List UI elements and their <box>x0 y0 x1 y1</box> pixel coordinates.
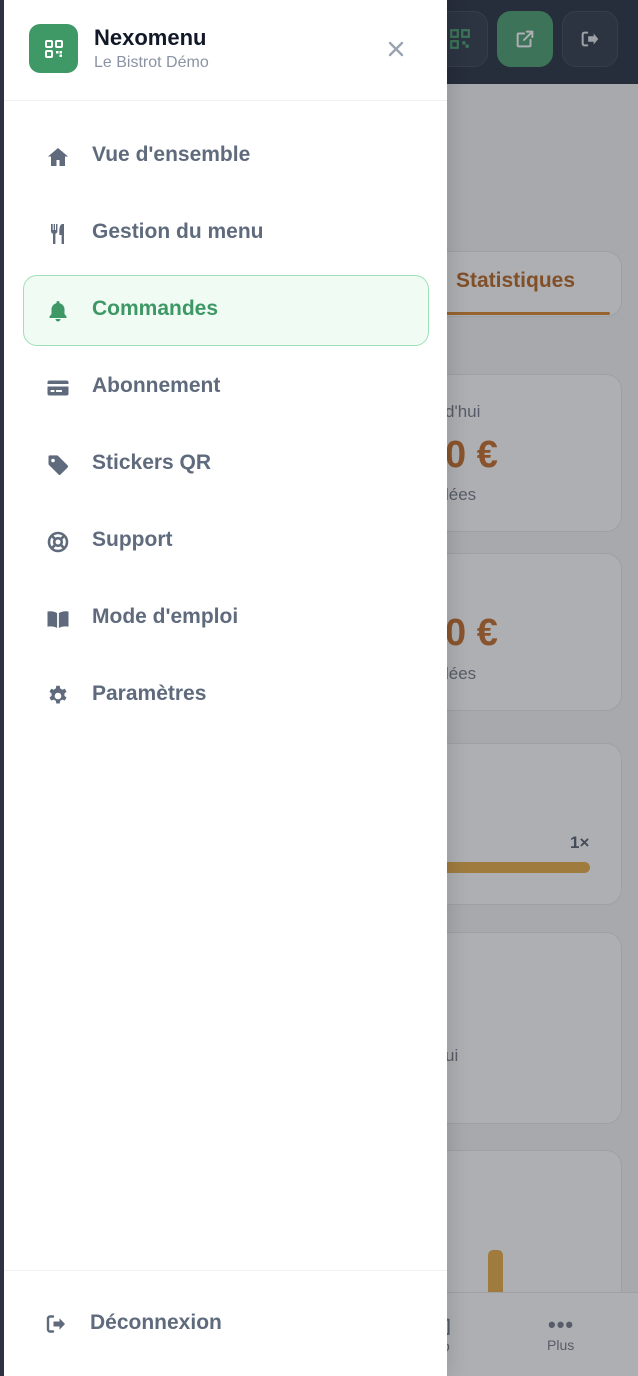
nav-item-qr-stickers[interactable]: Stickers QR <box>23 429 429 500</box>
navigation-drawer: Nexomenu Le Bistrot Démo Vue d'ensemble … <box>0 0 447 1376</box>
nav-item-label: Gestion du menu <box>92 220 264 243</box>
brand-name: Nexomenu <box>94 25 207 50</box>
home-icon <box>45 145 71 169</box>
tag-icon <box>45 453 71 477</box>
brand-logo <box>29 24 78 73</box>
nav-item-label: Commandes <box>92 297 219 320</box>
nav-item-label: Abonnement <box>92 374 221 397</box>
nav-item-orders[interactable]: Commandes <box>23 275 429 346</box>
logout-label: Déconnexion <box>90 1311 222 1334</box>
nav-item-user-guide[interactable]: Mode d'emploi <box>23 583 429 654</box>
nav-item-subscription[interactable]: Abonnement <box>23 352 429 423</box>
nav-item-label: Mode d'emploi <box>92 605 239 628</box>
nav-item-overview[interactable]: Vue d'ensemble <box>23 121 429 192</box>
restaurant-name: Le Bistrot Démo <box>94 54 209 71</box>
drawer-footer: Déconnexion <box>4 1270 447 1376</box>
credit-card-icon <box>45 376 71 400</box>
bell-icon <box>45 299 71 323</box>
nav-item-support[interactable]: Support <box>23 506 429 577</box>
nav-item-label: Stickers QR <box>92 451 212 474</box>
fork-knife-icon <box>45 222 71 246</box>
close-drawer-button[interactable] <box>382 35 410 63</box>
book-icon <box>45 607 71 631</box>
nav-item-menu-management[interactable]: Gestion du menu <box>23 198 429 269</box>
sign-out-icon <box>43 1312 69 1336</box>
gear-icon <box>45 684 71 708</box>
drawer-header: Nexomenu Le Bistrot Démo <box>4 0 447 101</box>
qr-code-icon <box>44 39 63 58</box>
close-icon <box>388 41 404 57</box>
logout-button[interactable]: Déconnexion <box>23 1289 429 1359</box>
nav-item-settings[interactable]: Paramètres <box>23 660 429 731</box>
nav-item-label: Paramètres <box>92 682 207 705</box>
lifebuoy-icon <box>45 530 71 554</box>
nav-item-label: Support <box>92 528 173 551</box>
nav-item-label: Vue d'ensemble <box>92 143 251 166</box>
